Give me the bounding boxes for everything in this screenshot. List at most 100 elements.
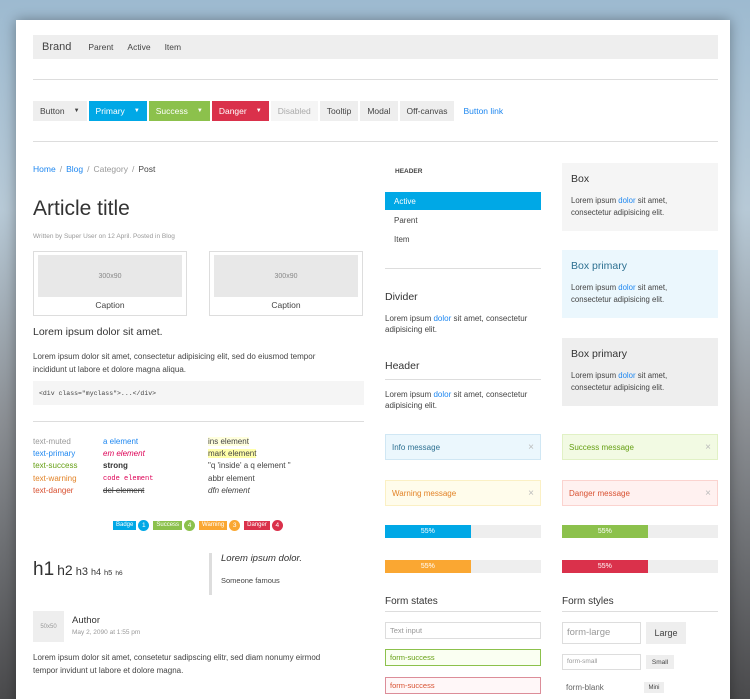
divider (33, 421, 364, 422)
navbar-item-active[interactable]: Active (120, 42, 157, 52)
danger-input[interactable]: form-success (385, 677, 541, 694)
navbar-brand[interactable]: Brand (33, 41, 81, 53)
breadcrumb-blog[interactable]: Blog (66, 164, 83, 174)
paragraph-line: Lorem ipsum dolor sit amet, consetetur s… (33, 653, 321, 662)
badge: Badge (113, 521, 137, 530)
paragraph-line: Lorem ipsum dolor sit amet, consectetur … (33, 352, 316, 361)
badge-warning: Warning (199, 521, 228, 530)
text-input[interactable]: Text input (385, 622, 541, 639)
navbar-item-parent[interactable]: Parent (81, 42, 120, 52)
alert-text: Danger message (569, 488, 630, 498)
progress-bar-success: 55% (562, 525, 718, 538)
breadcrumb-separator: / (59, 164, 63, 174)
progress-fill: 55% (385, 525, 471, 538)
lead-text: Lorem ipsum dolor sit amet. (33, 326, 163, 338)
button-link[interactable]: Button link (456, 101, 510, 121)
blockquote: Lorem ipsum dolor. Someone famous (209, 553, 359, 595)
sidenav-item-item[interactable]: Item (385, 230, 541, 248)
box-text-c: consectetur adipisicing elit. (571, 295, 665, 304)
progress-fill: 55% (385, 560, 471, 573)
text-warning: text-warning (33, 473, 77, 483)
thumbnail[interactable]: 300x90 Caption (209, 251, 363, 316)
box-primary-panel: Box primary Lorem ipsum dolor sit amet, … (562, 250, 718, 318)
text-color-list: text-muted text-primary text-success tex… (33, 436, 77, 497)
panel-text-a: Lorem ipsum (385, 390, 432, 399)
code-element: code element (103, 474, 154, 483)
heading-h6: h6 (115, 570, 123, 577)
paragraph: Lorem ipsum dolor sit amet, consectetur … (33, 350, 315, 376)
close-icon[interactable]: × (528, 488, 534, 499)
divider (562, 611, 718, 612)
danger-button-dropdown[interactable]: Danger ▼ (211, 101, 269, 121)
blank-input[interactable]: form-blank (566, 683, 604, 692)
quote-text: Lorem ipsum dolor. (221, 553, 302, 564)
button-label: Button (40, 106, 65, 116)
heading-h2: h2 (57, 562, 73, 578)
tooltip-button[interactable]: Tooltip (319, 101, 359, 121)
text-danger: text-danger (33, 485, 74, 495)
thumbnail-placeholder: 300x90 (38, 255, 182, 297)
avatar: 50x50 (33, 611, 64, 642)
breadcrumb-home[interactable]: Home (33, 164, 56, 174)
navbar-item-item[interactable]: Item (158, 42, 189, 52)
divider (33, 141, 718, 142)
primary-button-dropdown[interactable]: Primary ▼ (88, 101, 147, 121)
box-dark-panel: Box primary Lorem ipsum dolor sit amet, … (562, 338, 718, 406)
box-text-b: sit amet, (637, 371, 668, 380)
small-input[interactable]: form-small (562, 654, 641, 670)
a-element-link[interactable]: a element (103, 436, 153, 448)
box-title: Box (571, 173, 590, 185)
nav-header: HEADER (395, 168, 423, 175)
offcanvas-button[interactable]: Off-canvas (399, 101, 455, 121)
breadcrumb-category: Category (93, 164, 128, 174)
inline-element-list: a element em element strong code element… (103, 436, 153, 497)
box-text: Lorem ipsum dolor sit amet, consectetur … (571, 195, 709, 219)
article-title: Article title (33, 197, 130, 220)
disabled-button: Disabled (270, 101, 318, 121)
panel-link[interactable]: dolor (433, 390, 451, 399)
caret-down-icon: ▼ (73, 108, 80, 114)
box-text: Lorem ipsum dolor sit amet, consectetur … (571, 370, 709, 394)
thumbnail-placeholder: 300x90 (214, 255, 358, 297)
box-text-a: Lorem ipsum (571, 196, 617, 205)
comment-body: Lorem ipsum dolor sit amet, consetetur s… (33, 651, 320, 677)
box-link[interactable]: dolor (618, 283, 635, 292)
mini-button[interactable]: Mini (644, 682, 664, 693)
box-text-b: sit amet, (637, 196, 668, 205)
heading-h1: h1 (33, 559, 55, 580)
button-dropdown[interactable]: Button ▼ (33, 101, 87, 121)
sidenav-item-parent[interactable]: Parent (385, 211, 541, 229)
paragraph-line: incididunt ut labore et dolore magna ali… (33, 365, 186, 374)
sidenav-item-active[interactable]: Active (385, 192, 541, 210)
badge-warning-count: 3 (229, 520, 241, 531)
progress-bar-danger: 55% (562, 560, 718, 573)
large-button[interactable]: Large (646, 622, 686, 644)
box-link[interactable]: dolor (618, 196, 635, 205)
success-button-dropdown[interactable]: Success ▼ (148, 101, 210, 121)
warning-alert: Warning message × (385, 480, 541, 506)
text-primary: text-primary (33, 449, 76, 459)
del-element: del element (103, 485, 145, 495)
close-icon[interactable]: × (705, 442, 711, 453)
code-block: <div class="myclass">...</div> (33, 381, 364, 405)
box-link[interactable]: dolor (618, 371, 635, 380)
success-label: Success (155, 106, 188, 116)
article-meta: Written by Super User on 12 April. Poste… (33, 233, 175, 240)
caret-down-icon: ▼ (255, 108, 262, 114)
thumbnail[interactable]: 300x90 Caption (33, 251, 187, 316)
panel-link[interactable]: dolor (433, 314, 451, 323)
close-icon[interactable]: × (705, 488, 711, 499)
success-input[interactable]: form-success (385, 649, 541, 666)
heading-h3: h3 (75, 566, 88, 578)
ins-element: ins element (208, 437, 249, 446)
quote-author: Someone famous (221, 576, 280, 585)
paragraph-line: tempor invidunt ut labore et dolore magn… (33, 666, 184, 675)
box-panel: Box Lorem ipsum dolor sit amet, consecte… (562, 163, 718, 231)
large-input[interactable]: form-large (562, 622, 641, 644)
panel-text: Lorem ipsum dolor sit amet, consectetur … (385, 313, 545, 335)
progress-fill: 55% (562, 560, 648, 573)
small-button[interactable]: Small (646, 655, 674, 669)
style-guide-page: Brand Parent Active Item Button ▼ Primary… (16, 20, 730, 699)
modal-button[interactable]: Modal (360, 101, 398, 121)
close-icon[interactable]: × (528, 442, 534, 453)
